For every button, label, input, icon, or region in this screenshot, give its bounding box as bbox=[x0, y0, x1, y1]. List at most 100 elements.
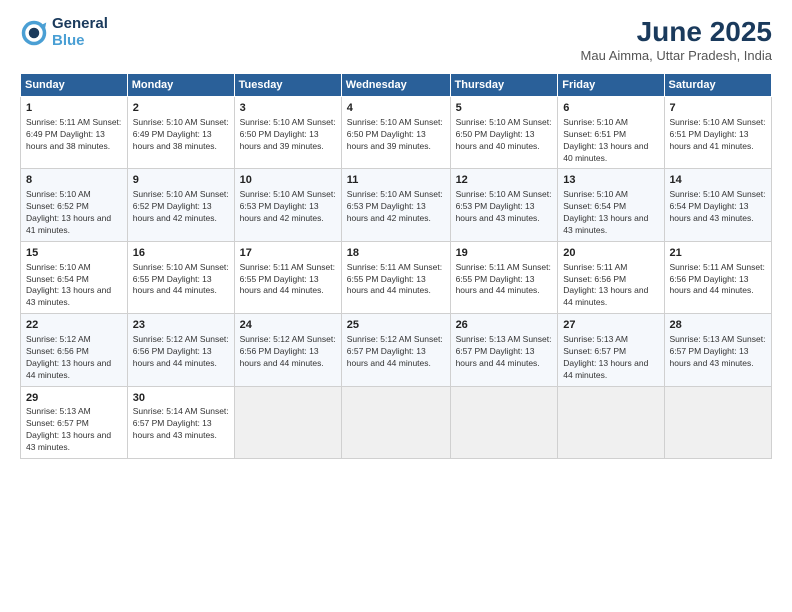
table-row: 15Sunrise: 5:10 AM Sunset: 6:54 PM Dayli… bbox=[21, 241, 128, 313]
table-row bbox=[234, 386, 341, 458]
table-row: 12Sunrise: 5:10 AM Sunset: 6:53 PM Dayli… bbox=[450, 169, 558, 241]
day-number: 23 bbox=[133, 318, 229, 333]
day-detail: Sunrise: 5:10 AM Sunset: 6:50 PM Dayligh… bbox=[456, 117, 553, 153]
day-number: 11 bbox=[347, 173, 445, 188]
day-detail: Sunrise: 5:10 AM Sunset: 6:53 PM Dayligh… bbox=[456, 189, 553, 225]
calendar-week-row: 8Sunrise: 5:10 AM Sunset: 6:52 PM Daylig… bbox=[21, 169, 772, 241]
day-detail: Sunrise: 5:13 AM Sunset: 6:57 PM Dayligh… bbox=[563, 334, 658, 382]
day-number: 15 bbox=[26, 246, 122, 261]
logo: General Blue bbox=[20, 16, 108, 49]
table-row: 28Sunrise: 5:13 AM Sunset: 6:57 PM Dayli… bbox=[664, 314, 771, 386]
table-row: 16Sunrise: 5:10 AM Sunset: 6:55 PM Dayli… bbox=[127, 241, 234, 313]
day-detail: Sunrise: 5:10 AM Sunset: 6:51 PM Dayligh… bbox=[670, 117, 766, 153]
table-row: 17Sunrise: 5:11 AM Sunset: 6:55 PM Dayli… bbox=[234, 241, 341, 313]
day-number: 27 bbox=[563, 318, 658, 333]
col-thursday: Thursday bbox=[450, 74, 558, 97]
logo-icon bbox=[20, 19, 48, 47]
table-row: 1Sunrise: 5:11 AM Sunset: 6:49 PM Daylig… bbox=[21, 97, 128, 169]
table-row: 24Sunrise: 5:12 AM Sunset: 6:56 PM Dayli… bbox=[234, 314, 341, 386]
table-row: 20Sunrise: 5:11 AM Sunset: 6:56 PM Dayli… bbox=[558, 241, 664, 313]
table-row: 30Sunrise: 5:14 AM Sunset: 6:57 PM Dayli… bbox=[127, 386, 234, 458]
day-number: 30 bbox=[133, 391, 229, 406]
day-number: 3 bbox=[240, 101, 336, 116]
calendar-page: General Blue June 2025 Mau Aimma, Uttar … bbox=[0, 0, 792, 612]
table-row bbox=[341, 386, 450, 458]
day-detail: Sunrise: 5:10 AM Sunset: 6:50 PM Dayligh… bbox=[240, 117, 336, 153]
table-row: 14Sunrise: 5:10 AM Sunset: 6:54 PM Dayli… bbox=[664, 169, 771, 241]
day-number: 8 bbox=[26, 173, 122, 188]
table-row: 11Sunrise: 5:10 AM Sunset: 6:53 PM Dayli… bbox=[341, 169, 450, 241]
day-detail: Sunrise: 5:10 AM Sunset: 6:51 PM Dayligh… bbox=[563, 117, 658, 165]
day-number: 28 bbox=[670, 318, 766, 333]
table-row: 3Sunrise: 5:10 AM Sunset: 6:50 PM Daylig… bbox=[234, 97, 341, 169]
day-number: 7 bbox=[670, 101, 766, 116]
col-monday: Monday bbox=[127, 74, 234, 97]
day-number: 16 bbox=[133, 246, 229, 261]
day-detail: Sunrise: 5:12 AM Sunset: 6:56 PM Dayligh… bbox=[26, 334, 122, 382]
day-detail: Sunrise: 5:12 AM Sunset: 6:56 PM Dayligh… bbox=[133, 334, 229, 370]
table-row bbox=[450, 386, 558, 458]
calendar-table: Sunday Monday Tuesday Wednesday Thursday… bbox=[20, 73, 772, 459]
day-number: 5 bbox=[456, 101, 553, 116]
table-row: 25Sunrise: 5:12 AM Sunset: 6:57 PM Dayli… bbox=[341, 314, 450, 386]
day-number: 9 bbox=[133, 173, 229, 188]
calendar-week-row: 29Sunrise: 5:13 AM Sunset: 6:57 PM Dayli… bbox=[21, 386, 772, 458]
table-row: 2Sunrise: 5:10 AM Sunset: 6:49 PM Daylig… bbox=[127, 97, 234, 169]
logo-line2: Blue bbox=[52, 32, 85, 49]
table-row bbox=[558, 386, 664, 458]
table-row: 8Sunrise: 5:10 AM Sunset: 6:52 PM Daylig… bbox=[21, 169, 128, 241]
day-number: 22 bbox=[26, 318, 122, 333]
day-detail: Sunrise: 5:14 AM Sunset: 6:57 PM Dayligh… bbox=[133, 406, 229, 442]
calendar-header-row: Sunday Monday Tuesday Wednesday Thursday… bbox=[21, 74, 772, 97]
col-wednesday: Wednesday bbox=[341, 74, 450, 97]
day-number: 10 bbox=[240, 173, 336, 188]
day-number: 13 bbox=[563, 173, 658, 188]
day-detail: Sunrise: 5:11 AM Sunset: 6:55 PM Dayligh… bbox=[347, 262, 445, 298]
table-row: 6Sunrise: 5:10 AM Sunset: 6:51 PM Daylig… bbox=[558, 97, 664, 169]
month-title: June 2025 bbox=[581, 16, 772, 48]
table-row: 10Sunrise: 5:10 AM Sunset: 6:53 PM Dayli… bbox=[234, 169, 341, 241]
table-row: 9Sunrise: 5:10 AM Sunset: 6:52 PM Daylig… bbox=[127, 169, 234, 241]
day-number: 25 bbox=[347, 318, 445, 333]
day-number: 26 bbox=[456, 318, 553, 333]
day-detail: Sunrise: 5:10 AM Sunset: 6:53 PM Dayligh… bbox=[347, 189, 445, 225]
table-row: 21Sunrise: 5:11 AM Sunset: 6:56 PM Dayli… bbox=[664, 241, 771, 313]
col-sunday: Sunday bbox=[21, 74, 128, 97]
table-row: 26Sunrise: 5:13 AM Sunset: 6:57 PM Dayli… bbox=[450, 314, 558, 386]
table-row: 4Sunrise: 5:10 AM Sunset: 6:50 PM Daylig… bbox=[341, 97, 450, 169]
day-detail: Sunrise: 5:12 AM Sunset: 6:56 PM Dayligh… bbox=[240, 334, 336, 370]
day-number: 1 bbox=[26, 101, 122, 116]
col-friday: Friday bbox=[558, 74, 664, 97]
day-detail: Sunrise: 5:11 AM Sunset: 6:49 PM Dayligh… bbox=[26, 117, 122, 153]
day-detail: Sunrise: 5:11 AM Sunset: 6:55 PM Dayligh… bbox=[240, 262, 336, 298]
calendar-week-row: 22Sunrise: 5:12 AM Sunset: 6:56 PM Dayli… bbox=[21, 314, 772, 386]
day-detail: Sunrise: 5:10 AM Sunset: 6:54 PM Dayligh… bbox=[26, 262, 122, 310]
day-number: 20 bbox=[563, 246, 658, 261]
day-detail: Sunrise: 5:13 AM Sunset: 6:57 PM Dayligh… bbox=[456, 334, 553, 370]
day-number: 19 bbox=[456, 246, 553, 261]
table-row: 13Sunrise: 5:10 AM Sunset: 6:54 PM Dayli… bbox=[558, 169, 664, 241]
day-detail: Sunrise: 5:10 AM Sunset: 6:52 PM Dayligh… bbox=[26, 189, 122, 237]
table-row: 22Sunrise: 5:12 AM Sunset: 6:56 PM Dayli… bbox=[21, 314, 128, 386]
logo-text: General Blue bbox=[52, 16, 108, 49]
table-row bbox=[664, 386, 771, 458]
day-number: 6 bbox=[563, 101, 658, 116]
day-number: 2 bbox=[133, 101, 229, 116]
day-number: 12 bbox=[456, 173, 553, 188]
location-subtitle: Mau Aimma, Uttar Pradesh, India bbox=[581, 48, 772, 63]
day-number: 21 bbox=[670, 246, 766, 261]
table-row: 29Sunrise: 5:13 AM Sunset: 6:57 PM Dayli… bbox=[21, 386, 128, 458]
day-number: 29 bbox=[26, 391, 122, 406]
day-number: 14 bbox=[670, 173, 766, 188]
day-detail: Sunrise: 5:10 AM Sunset: 6:54 PM Dayligh… bbox=[563, 189, 658, 237]
day-detail: Sunrise: 5:11 AM Sunset: 6:55 PM Dayligh… bbox=[456, 262, 553, 298]
day-detail: Sunrise: 5:12 AM Sunset: 6:57 PM Dayligh… bbox=[347, 334, 445, 370]
day-detail: Sunrise: 5:13 AM Sunset: 6:57 PM Dayligh… bbox=[26, 406, 122, 454]
day-detail: Sunrise: 5:10 AM Sunset: 6:53 PM Dayligh… bbox=[240, 189, 336, 225]
table-row: 23Sunrise: 5:12 AM Sunset: 6:56 PM Dayli… bbox=[127, 314, 234, 386]
day-number: 18 bbox=[347, 246, 445, 261]
day-detail: Sunrise: 5:13 AM Sunset: 6:57 PM Dayligh… bbox=[670, 334, 766, 370]
table-row: 5Sunrise: 5:10 AM Sunset: 6:50 PM Daylig… bbox=[450, 97, 558, 169]
col-saturday: Saturday bbox=[664, 74, 771, 97]
col-tuesday: Tuesday bbox=[234, 74, 341, 97]
